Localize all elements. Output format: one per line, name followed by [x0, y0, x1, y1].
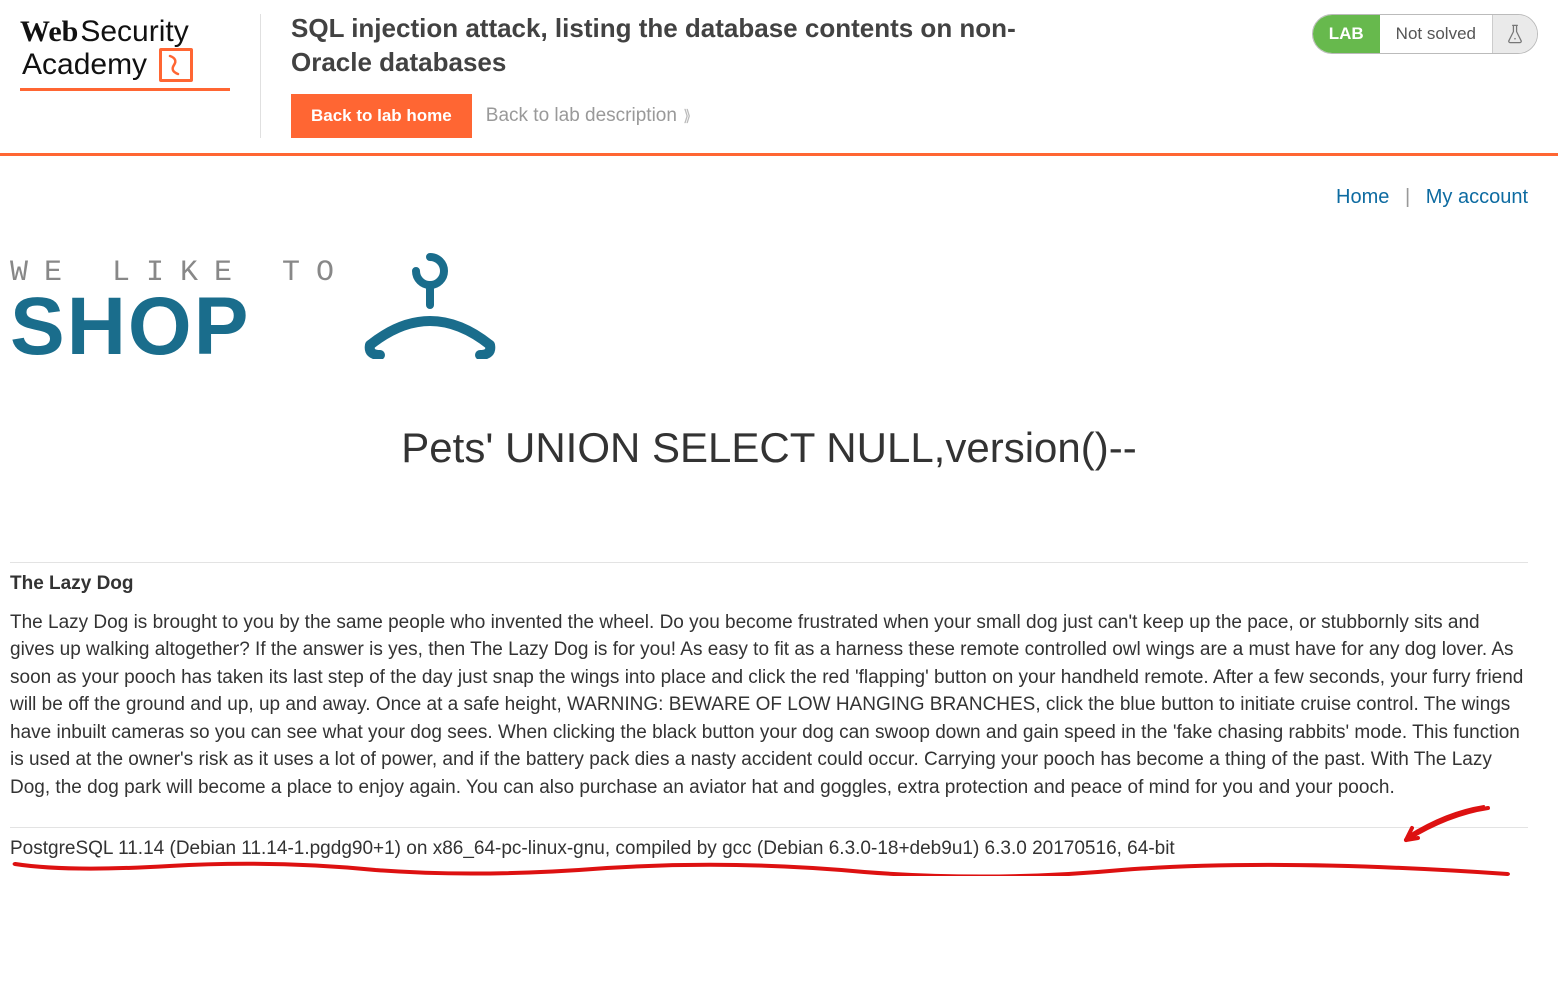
logo[interactable]: Web Security Academy	[20, 8, 230, 91]
logo-word-1: Web	[20, 16, 78, 48]
banner-title: SHOP	[10, 290, 350, 364]
lab-title: SQL injection attack, listing the databa…	[291, 12, 1091, 80]
hanger-icon	[360, 249, 500, 364]
product-item-body: The Lazy Dog is brought to you by the sa…	[10, 609, 1528, 802]
nav-home-link[interactable]: Home	[1336, 186, 1389, 208]
shop-banner: WE LIKE TO SHOP	[10, 249, 1528, 364]
logo-mark-icon	[159, 48, 193, 82]
page-heading: Pets' UNION SELECT NULL,version()--	[10, 424, 1528, 472]
back-to-lab-description-link[interactable]: Back to lab description ⟩⟩	[486, 105, 688, 127]
top-nav: Home | My account	[10, 186, 1528, 209]
vertical-divider	[260, 14, 261, 138]
product-item: The Lazy Dog The Lazy Dog is brought to …	[10, 573, 1528, 802]
db-version-row: PostgreSQL 11.14 (Debian 11.14-1.pgdg90+…	[10, 827, 1528, 860]
product-item-title: The Lazy Dog	[10, 573, 1528, 595]
chevron-right-double-icon: ⟩⟩	[683, 106, 687, 126]
nav-my-account-link[interactable]: My account	[1426, 186, 1528, 208]
header-mid: SQL injection attack, listing the databa…	[291, 8, 1282, 138]
back-to-lab-description-label: Back to lab description	[486, 105, 677, 127]
logo-word-2: Security	[80, 16, 188, 48]
lab-header: Web Security Academy SQL injection attac…	[0, 0, 1558, 156]
page-content: Home | My account WE LIKE TO SHOP Pets' …	[0, 156, 1558, 901]
divider	[10, 562, 1528, 563]
lab-badge: LAB	[1313, 15, 1380, 53]
lab-status-widget: LAB Not solved	[1312, 14, 1538, 54]
db-version-text: PostgreSQL 11.14 (Debian 11.14-1.pgdg90+…	[10, 838, 1175, 860]
nav-separator: |	[1405, 186, 1410, 208]
logo-word-3: Academy	[22, 49, 147, 81]
lab-status-text: Not solved	[1380, 15, 1492, 53]
back-to-lab-home-button[interactable]: Back to lab home	[291, 94, 472, 138]
annotation-arrow-icon	[1388, 800, 1498, 850]
flask-icon	[1492, 15, 1537, 53]
